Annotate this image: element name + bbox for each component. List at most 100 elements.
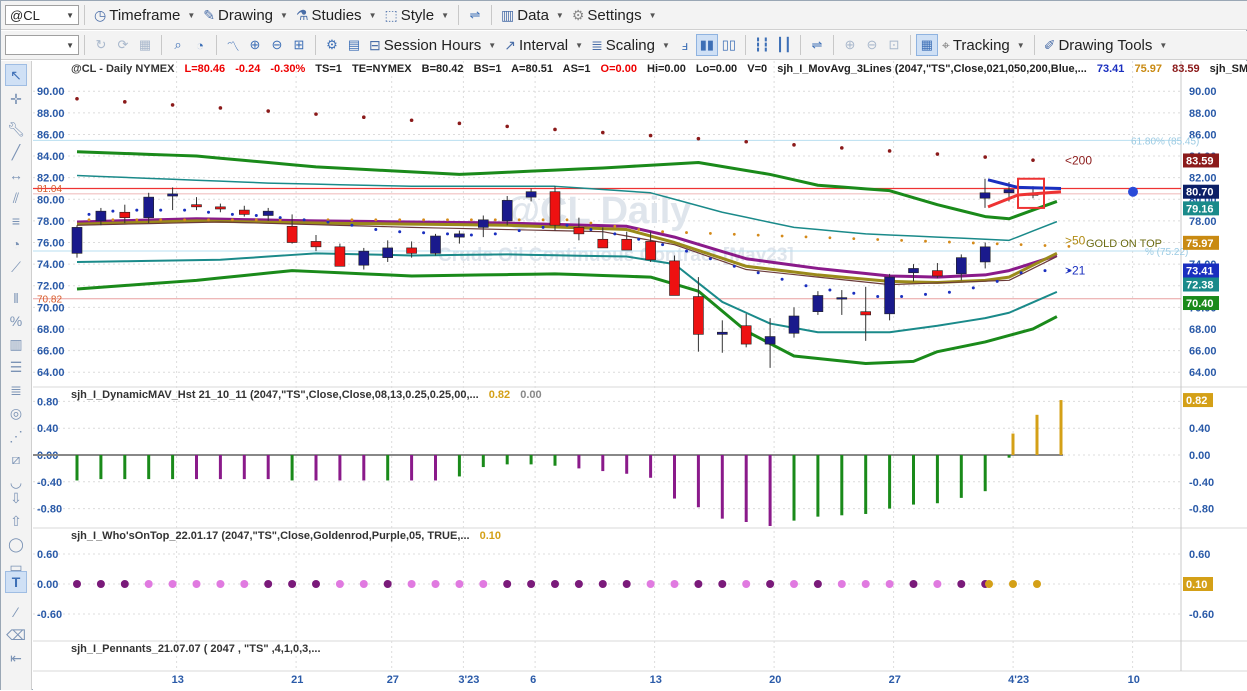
fit-icon[interactable]: ⊡ xyxy=(883,34,905,56)
whos-on-top-dot xyxy=(985,580,993,588)
ma50-value: 75.97 xyxy=(1134,63,1163,75)
bar-style-icon[interactable]: ┇┇ xyxy=(751,34,773,56)
ma50-dot xyxy=(637,228,641,231)
whos-on-top-dot xyxy=(1033,580,1041,588)
studies-button[interactable]: ⚗ Studies ▼ xyxy=(292,4,381,26)
slash-icon[interactable]: ⧄ xyxy=(5,448,27,470)
dots-tick-right: -0.60 xyxy=(1189,609,1214,621)
chart-canvas[interactable]: 90.0090.0088.0088.0086.0086.0084.0084.00… xyxy=(33,61,1247,691)
pane3-title: sjh_I_Who'sOnTop_22.01.17 (2047,"TS",Clo… xyxy=(71,530,470,542)
ma21-dot xyxy=(469,233,473,237)
ma21-dot xyxy=(183,208,187,212)
gauge-icon[interactable]: ◔ xyxy=(189,34,211,56)
dots-tick-left: -0.60 xyxy=(37,609,62,621)
zoom-in-icon[interactable]: ⊕ xyxy=(839,34,861,56)
candle-body xyxy=(454,233,465,238)
separator xyxy=(161,35,162,55)
ma21-dot xyxy=(326,220,330,224)
sync-icon[interactable]: ⇌ xyxy=(806,34,828,56)
crosshair-icon[interactable]: ✛ xyxy=(5,88,27,110)
grid-view-icon[interactable]: ▦ xyxy=(915,34,938,56)
candle-body xyxy=(669,260,680,296)
link-chart-icon[interactable]: ⇌ xyxy=(464,4,486,26)
cursor-icon[interactable]: ↖ xyxy=(5,64,27,86)
candle-body xyxy=(239,209,250,215)
change-value: -0.24 xyxy=(235,63,261,75)
eraser-icon[interactable]: ⁄ xyxy=(5,601,27,623)
circle-icon[interactable]: ◔ xyxy=(5,233,27,255)
ma21-dot xyxy=(876,295,880,299)
ts-value: TS=1 xyxy=(315,63,342,75)
ma21-dot xyxy=(732,264,736,268)
ma50-dot xyxy=(541,218,545,222)
up-arrow-icon[interactable]: ⇧ xyxy=(5,510,27,532)
candle-body xyxy=(358,250,370,266)
trendline-icon[interactable]: ╱ xyxy=(5,141,27,163)
symbol-combo[interactable]: @CL ▼ xyxy=(5,5,79,25)
ma50-dot xyxy=(924,239,927,243)
lines-icon[interactable]: ☰ xyxy=(5,356,27,378)
settings-cog-icon[interactable]: ⚙ xyxy=(321,34,343,56)
grid-toggle-icon[interactable]: ⊞ xyxy=(288,34,310,56)
whos-on-top-dot xyxy=(527,580,536,588)
drawing-button[interactable]: ✎ Drawing ▼ xyxy=(199,4,292,26)
candlestick-icon[interactable]: ▮▮ xyxy=(695,34,718,56)
text-tool-icon[interactable]: T xyxy=(5,571,27,593)
hollow-candle-icon[interactable]: ▯▯ xyxy=(718,34,740,56)
grid-icon[interactable]: ▦ xyxy=(134,34,156,56)
collapse-icon[interactable]: ⇤ xyxy=(5,647,27,669)
fib-icon[interactable]: ≣ xyxy=(5,379,27,401)
drawing-tools-button[interactable]: ✐ Drawing Tools ▼ xyxy=(1040,34,1172,56)
down-arrow-icon[interactable]: ⇩ xyxy=(5,487,27,509)
price-tag-text: 83.59 xyxy=(1186,155,1214,167)
line-style-icon[interactable]: ┃┃ xyxy=(773,34,795,56)
ohlc-bar-icon[interactable]: ⅎ xyxy=(674,34,696,56)
delete-icon[interactable]: ⌫ xyxy=(5,624,27,646)
tracking-button[interactable]: ⌖ Tracking ▼ xyxy=(938,34,1029,56)
data-window-icon[interactable]: ▤ xyxy=(343,34,365,56)
arrows-icon[interactable]: ↔ xyxy=(5,164,27,186)
separator xyxy=(799,35,801,55)
candle-body xyxy=(549,191,561,226)
price-tag-text: 79.16 xyxy=(1186,203,1214,215)
settings-button[interactable]: ⚙ Settings ▼ xyxy=(568,4,661,26)
interval-button[interactable]: ↗ Interval ▼ xyxy=(500,34,587,56)
chart-area[interactable]: 90.0090.0088.0088.0086.0086.0084.0084.00… xyxy=(33,61,1247,691)
scaling-button[interactable]: ≣ Scaling ▼ xyxy=(587,34,674,56)
ma21-dot xyxy=(87,212,91,216)
wrench-icon[interactable]: 🔧︎ xyxy=(5,118,27,140)
style-button[interactable]: ⬚ Style ▼ xyxy=(380,4,453,26)
ma21-dot xyxy=(947,290,951,294)
crosshair-icon[interactable]: ⊕ xyxy=(244,34,266,56)
data-button[interactable]: ▥ Data ▼ xyxy=(497,4,568,26)
ellipse-icon[interactable]: ◯ xyxy=(5,533,27,555)
reload-icon[interactable]: ⟳ xyxy=(112,34,134,56)
hline-label: 70.82 xyxy=(37,294,62,305)
candle-body xyxy=(573,227,585,235)
refresh-icon[interactable]: ↻ xyxy=(90,34,112,56)
channel-icon[interactable]: ⫽ xyxy=(5,187,27,209)
hist-tick-left: 0.40 xyxy=(37,423,58,435)
vertical-lines-icon[interactable]: ‖ xyxy=(5,287,27,309)
date-tick: 21 xyxy=(291,674,303,686)
fan-icon[interactable]: ⟋ xyxy=(5,256,27,278)
template-combo[interactable]: ▼ xyxy=(5,35,79,55)
magnifier-icon[interactable]: ⌕ xyxy=(167,34,189,56)
zoom-out-icon[interactable]: ⊖ xyxy=(861,34,883,56)
session-hours-button[interactable]: ⊟ Session Hours ▼ xyxy=(365,34,500,56)
chart-icon[interactable]: 〽 xyxy=(222,34,244,56)
dots-tag-text: 0.10 xyxy=(1186,579,1207,591)
histogram-icon[interactable]: ▥ xyxy=(5,333,27,355)
ma21-dot xyxy=(685,249,688,253)
target-icon[interactable]: ◎ xyxy=(5,402,27,424)
ma21-dot xyxy=(350,223,354,227)
zoom-out-icon[interactable]: ⊖ xyxy=(266,34,288,56)
whos-on-top-dot xyxy=(598,580,607,588)
timeframe-button[interactable]: ◷ Timeframe ▼ xyxy=(90,4,199,26)
price-tick-left: 64.00 xyxy=(37,367,65,379)
parallel-lines-icon[interactable]: ≡ xyxy=(5,210,27,232)
dotted-icon[interactable]: ⋰ xyxy=(5,425,27,447)
hist-tick-right: -0.40 xyxy=(1189,477,1214,489)
whos-on-top-dot xyxy=(742,580,751,588)
percent-icon[interactable]: % xyxy=(5,310,27,332)
